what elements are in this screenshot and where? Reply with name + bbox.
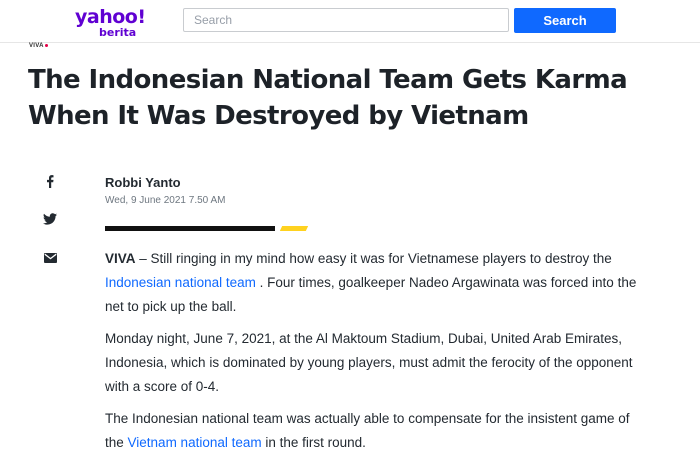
share-mail-button[interactable]	[40, 248, 60, 268]
source-label: VIVA	[105, 251, 136, 266]
search-input[interactable]	[183, 8, 509, 32]
article-paragraph-3: The Indonesian national team was actuall…	[105, 407, 650, 455]
viva-provider-logo[interactable]: VIVA	[29, 43, 48, 49]
author-name[interactable]: Robbi Yanto	[105, 175, 181, 190]
search-button[interactable]: Search	[514, 8, 616, 33]
paragraph-text: in the first round.	[261, 435, 366, 450]
divider-accent	[279, 226, 309, 231]
share-twitter-button[interactable]	[40, 209, 60, 229]
berita-logo-text: berita	[99, 26, 137, 39]
twitter-icon	[43, 213, 57, 225]
yahoo-logo-text: yahoo!	[75, 6, 146, 28]
provider-logo-text: VIVA	[29, 43, 44, 49]
share-facebook-button[interactable]	[40, 171, 60, 191]
article-paragraph-1: VIVA – Still ringing in my mind how easy…	[105, 247, 650, 319]
indonesian-national-team-link[interactable]: Indonesian national team	[105, 275, 256, 290]
divider-bar	[105, 226, 275, 231]
facebook-icon	[46, 174, 54, 188]
yahoo-berita-logo[interactable]: yahoo! berita	[75, 6, 155, 39]
article-title: The Indonesian National Team Gets Karma …	[28, 65, 628, 131]
publish-date: Wed, 9 June 2021 7.50 AM	[105, 195, 226, 206]
article-paragraph-2: Monday night, June 7, 2021, at the Al Ma…	[105, 331, 633, 394]
paragraph-text: – Still ringing in my mind how easy it w…	[135, 251, 612, 266]
top-header: yahoo! berita Search	[0, 0, 700, 43]
vietnam-national-team-link[interactable]: Vietnam national team	[128, 435, 262, 450]
mail-icon	[43, 253, 57, 263]
provider-logo-dot	[44, 43, 48, 47]
